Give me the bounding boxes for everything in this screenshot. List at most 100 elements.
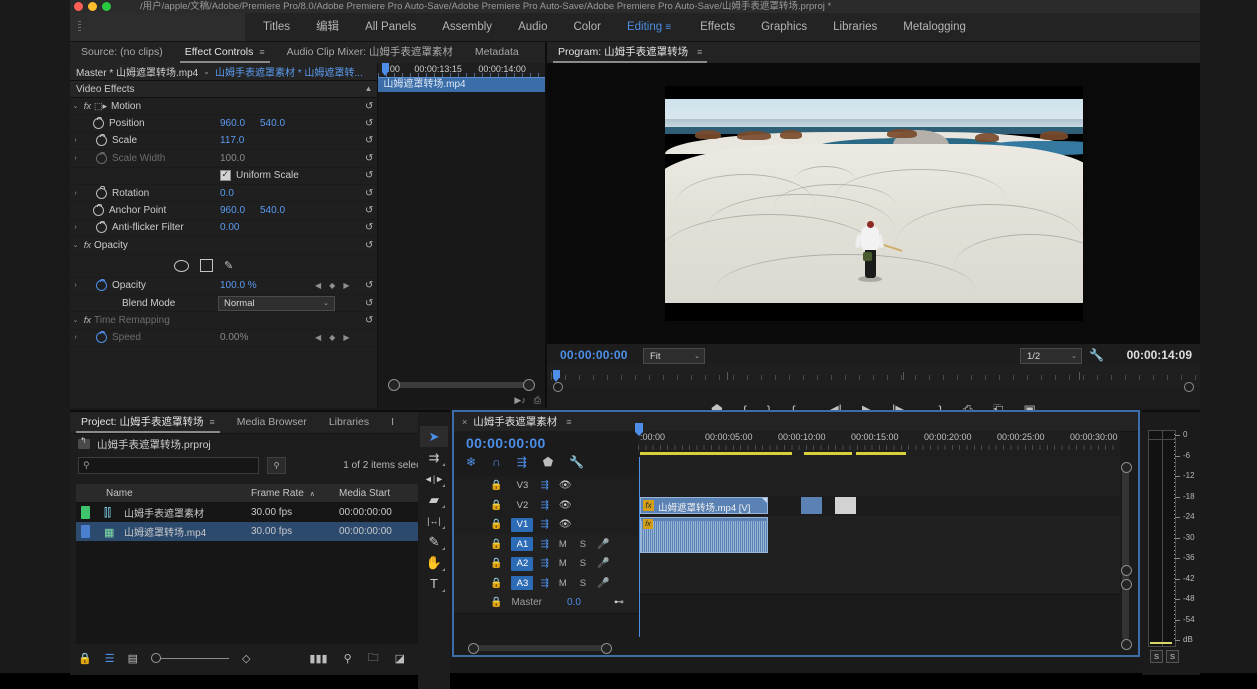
wrench-icon[interactable]: 🔧	[1089, 348, 1104, 362]
panel-menu-icon[interactable]: ≡	[566, 417, 571, 427]
disclosure-triangle-icon[interactable]: ›	[70, 155, 81, 162]
chevron-down-icon[interactable]: ⌄	[323, 299, 329, 307]
zoom-slider-track[interactable]	[161, 658, 229, 659]
track-visibility-icon[interactable]: 👁	[559, 519, 572, 530]
track-lock-icon[interactable]: 🔒	[490, 558, 502, 569]
panel-menu-icon[interactable]: ≡	[697, 42, 702, 63]
slip-tool[interactable]: |↔|	[420, 510, 448, 531]
ec-group-opacity[interactable]: ⌄fxOpacity↺	[70, 237, 377, 254]
timeline-clip-gray-block[interactable]	[835, 497, 856, 514]
tab-metadata[interactable]: Metadata	[464, 42, 530, 63]
track-name-button[interactable]: A3	[511, 576, 533, 590]
timeline-vscroll-track[interactable]	[1122, 470, 1129, 640]
window-controls[interactable]	[74, 1, 111, 12]
track-lock-icon[interactable]: 🔒	[490, 480, 502, 491]
tab-sourcenoclips[interactable]: Source: (no clips)	[70, 42, 174, 63]
track-lock-icon[interactable]: 🔒	[490, 578, 502, 589]
export-icon[interactable]: ⎙	[534, 395, 541, 406]
reset-icon[interactable]: ↺	[365, 135, 373, 146]
track-header-v3[interactable]: 🔒 V3 ⇶ 👁	[454, 476, 638, 497]
freeform-view-icon[interactable]: ▮▮▮	[309, 652, 327, 665]
stopwatch-icon[interactable]	[96, 135, 107, 146]
tab-effectcontrols[interactable]: Effect Controls≡	[174, 42, 276, 63]
timeline-tab-label[interactable]: 山姆手表遮罩素材	[473, 414, 557, 429]
track-row-v2[interactable]	[638, 477, 1120, 498]
track-sync-lock-icon[interactable]: ⇶	[540, 558, 548, 569]
track-name-button[interactable]: V3	[511, 479, 533, 493]
reset-icon[interactable]: ↺	[365, 222, 373, 233]
track-visibility-icon[interactable]: 👁	[559, 480, 572, 491]
track-lock-icon[interactable]: 🔒	[490, 519, 502, 530]
next-keyframe-icon[interactable]: ▶	[343, 281, 349, 290]
track-sync-lock-icon[interactable]: ⇶	[540, 500, 548, 511]
tab-i[interactable]: I	[380, 412, 405, 433]
stopwatch-icon[interactable]	[96, 188, 107, 199]
close-window-icon[interactable]	[74, 2, 83, 11]
disclosure-triangle-icon[interactable]: ⌄	[70, 241, 81, 249]
find-icon[interactable]: ⚲	[344, 652, 352, 665]
track-row-v1[interactable]: fx 山姆遮罩转场.mp4 [V]	[638, 496, 1120, 517]
track-mute-button[interactable]: M	[559, 558, 567, 569]
track-voice-over-icon[interactable]: 🎤	[597, 539, 609, 550]
track-name-button[interactable]: V1	[511, 518, 533, 532]
ec-scroll-knob-left[interactable]	[388, 379, 400, 391]
stopwatch-toggle[interactable]	[92, 205, 105, 216]
effect-controls-ruler[interactable]: 3:00 00:00:13:15 00:00:14:00	[378, 63, 545, 78]
track-sync-lock-icon[interactable]: ⇶	[540, 578, 548, 589]
timeline-vscroll-knob-mid1[interactable]	[1121, 565, 1132, 576]
stopwatch-icon[interactable]	[96, 153, 107, 164]
panel-menu-icon[interactable]: ≡	[210, 412, 215, 433]
solo-button-right[interactable]: S	[1166, 650, 1179, 663]
program-playhead[interactable]	[553, 370, 560, 378]
track-name-button[interactable]: A1	[511, 537, 533, 551]
zoom-slider-knob[interactable]	[151, 653, 161, 663]
workspace-menu-icon[interactable]: ≡	[662, 14, 674, 42]
snap-icon[interactable]: ∩	[492, 455, 501, 469]
ellipse-mask-icon[interactable]	[174, 260, 189, 272]
stopwatch-toggle[interactable]	[95, 222, 108, 233]
track-row-a2[interactable]	[638, 555, 1120, 576]
reset-icon[interactable]: ↺	[365, 240, 373, 251]
stopwatch-icon[interactable]	[96, 280, 107, 291]
track-mute-button[interactable]: M	[559, 578, 567, 589]
stopwatch-icon[interactable]	[96, 222, 107, 233]
maximize-window-icon[interactable]	[102, 2, 111, 11]
ec-param-anchor-point[interactable]: Anchor Point960.0540.0↺	[70, 202, 377, 219]
tool-submenu-indicator[interactable]	[442, 547, 445, 550]
ec-param-anti-flicker-filter[interactable]: ›Anti-flicker Filter0.00↺	[70, 220, 377, 237]
timeline-hscroll-knob-left[interactable]	[468, 643, 479, 654]
new-bin-icon[interactable]: 🗀	[368, 649, 379, 668]
ec-group-motion[interactable]: ⌄fx⬚▸Motion↺	[70, 98, 377, 115]
disclosure-triangle-icon[interactable]: ⌄	[70, 102, 81, 110]
tool-submenu-indicator[interactable]	[442, 505, 445, 508]
fx-icon[interactable]: fx	[81, 101, 94, 112]
track-voice-over-icon[interactable]: 🎤	[597, 578, 609, 589]
work-area-bar-2[interactable]	[804, 452, 852, 455]
disclosure-triangle-icon[interactable]: ›	[70, 334, 81, 341]
uniform-scale-checkbox[interactable]	[220, 170, 231, 181]
timeline-playhead[interactable]	[635, 423, 643, 432]
next-keyframe-icon[interactable]: ▶	[343, 333, 349, 342]
program-duration-timecode[interactable]: 00:00:14:09	[1127, 348, 1192, 362]
timeline-hscroll-track[interactable]	[470, 645, 610, 651]
ec-clip-bar[interactable]: 山姆遮罩转场.mp4	[378, 77, 545, 92]
reset-icon[interactable]: ↺	[365, 188, 373, 199]
reset-icon[interactable]: ↺	[365, 153, 373, 164]
track-sync-lock-icon[interactable]: ⇶	[540, 480, 548, 491]
disclosure-triangle-icon[interactable]: ›	[70, 224, 81, 231]
workspace-tab-libraries[interactable]: Libraries	[820, 13, 890, 41]
ec-param-value-1[interactable]: 960.0	[220, 205, 245, 216]
pen-tool[interactable]: ✎	[420, 531, 448, 552]
zoom-level-select[interactable]: Fit ⌄	[643, 348, 705, 364]
tool-submenu-indicator[interactable]	[442, 589, 445, 592]
ec-playhead[interactable]	[382, 63, 389, 72]
ec-param-speed[interactable]: ›Speed0.00%◀◆▶	[70, 330, 377, 347]
timeline-settings-icon[interactable]: 🔧	[569, 455, 584, 469]
ec-scroll-track[interactable]	[388, 382, 535, 388]
prev-keyframe-icon[interactable]: ◀	[315, 281, 321, 290]
fx-icon[interactable]: fx	[81, 240, 94, 251]
keyframe-navigator[interactable]: ◀◆▶	[315, 281, 349, 290]
track-sync-lock-icon[interactable]: ⇶	[540, 539, 548, 550]
hand-tool[interactable]: ✋	[420, 552, 448, 573]
tab-libraries[interactable]: Libraries	[318, 412, 380, 433]
